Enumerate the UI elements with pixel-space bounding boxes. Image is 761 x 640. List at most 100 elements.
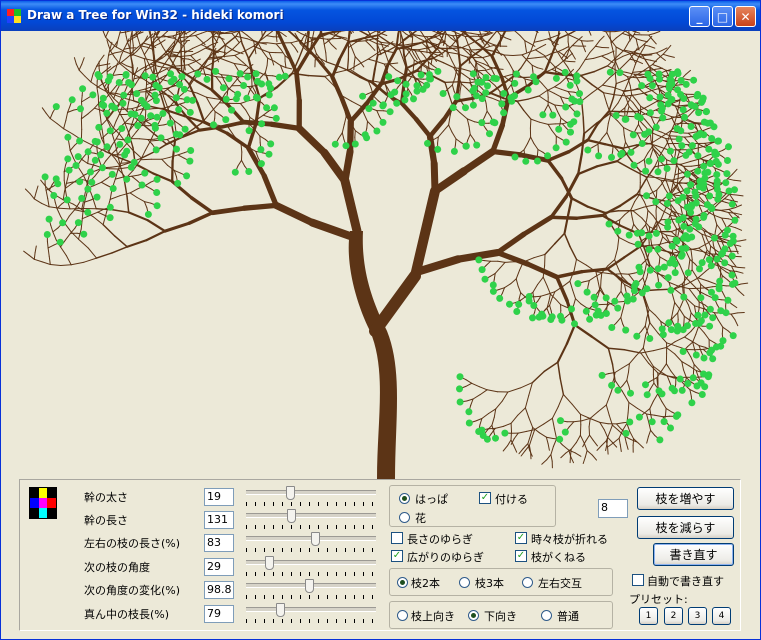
- branch: [459, 83, 462, 92]
- branch: [99, 132, 103, 140]
- branch: [533, 40, 542, 43]
- branch: [734, 285, 740, 292]
- branch: [474, 62, 477, 69]
- branch: [601, 132, 608, 139]
- branch: [110, 45, 115, 52]
- branch: [73, 57, 77, 65]
- branch: [626, 379, 630, 388]
- close-button[interactable]: ✕: [735, 6, 756, 27]
- branch: [60, 264, 72, 266]
- branch: [576, 258, 587, 266]
- branch: [685, 69, 691, 75]
- branch: [597, 404, 607, 413]
- branch: [537, 276, 544, 285]
- branch: [205, 96, 216, 100]
- branch: [262, 110, 270, 116]
- branch: [120, 58, 127, 64]
- branch: [549, 61, 556, 68]
- maximize-button[interactable]: □: [712, 6, 733, 27]
- branch: [33, 198, 42, 204]
- branch: [140, 158, 152, 161]
- minimize-button[interactable]: _: [689, 6, 710, 27]
- branch: [673, 122, 684, 125]
- branch: [555, 269, 584, 279]
- branch: [188, 58, 195, 62]
- branch: [619, 107, 626, 112]
- branch: [687, 341, 694, 347]
- branch: [485, 260, 491, 266]
- branch: [177, 154, 185, 159]
- branch: [312, 31, 315, 35]
- branch: [138, 138, 149, 140]
- branch: [33, 252, 36, 260]
- branch: [432, 57, 445, 64]
- branch: [504, 283, 512, 289]
- branch: [290, 42, 296, 48]
- branch: [34, 245, 37, 254]
- branch: [459, 112, 468, 120]
- branch: [318, 37, 328, 40]
- branch: [388, 63, 397, 71]
- branch: [187, 210, 215, 225]
- branch: [78, 238, 89, 249]
- branch: [82, 174, 88, 185]
- branch: [190, 51, 199, 56]
- branch: [161, 156, 171, 160]
- branch: [655, 67, 663, 70]
- branch: [698, 325, 705, 334]
- branch: [351, 48, 356, 58]
- branch: [538, 121, 549, 125]
- branch: [659, 256, 666, 261]
- branch: [102, 211, 108, 226]
- branch: [163, 221, 191, 233]
- branch: [683, 369, 687, 379]
- branch: [539, 52, 546, 57]
- branch: [562, 394, 573, 405]
- branch: [577, 165, 599, 176]
- branch: [638, 442, 644, 449]
- branch: [717, 319, 724, 328]
- branch: [462, 73, 471, 80]
- branch: [90, 81, 101, 89]
- branch: [690, 248, 693, 260]
- branch: [617, 91, 625, 104]
- branch: [571, 53, 576, 60]
- branch: [276, 31, 280, 34]
- branch: [575, 298, 582, 305]
- branch: [624, 349, 642, 354]
- branch: [523, 109, 532, 120]
- branch: [568, 105, 574, 111]
- branch: [728, 207, 736, 210]
- branch: [721, 326, 724, 335]
- branch: [268, 51, 273, 60]
- branch: [84, 75, 92, 83]
- branch: [629, 430, 635, 440]
- branch: [145, 229, 167, 242]
- branch: [542, 276, 548, 287]
- branch: [416, 255, 463, 275]
- branch: [111, 246, 128, 254]
- branch: [330, 44, 337, 50]
- branch: [690, 158, 702, 162]
- branch: [655, 145, 670, 151]
- branch: [628, 363, 630, 373]
- branch: [665, 407, 673, 413]
- branch: [632, 71, 642, 73]
- branch: [549, 297, 553, 306]
- trunk: [348, 231, 397, 479]
- branch: [457, 64, 462, 86]
- branch: [615, 46, 624, 51]
- branch: [524, 78, 527, 86]
- branch: [503, 54, 514, 56]
- branch: [129, 192, 138, 198]
- branch: [660, 56, 666, 61]
- branch: [554, 86, 562, 90]
- branch: [144, 181, 152, 187]
- branch: [589, 434, 594, 442]
- branch: [553, 92, 561, 98]
- branch: [131, 174, 139, 177]
- title-bar[interactable]: Draw a Tree for Win32 - hideki komori _ …: [1, 1, 760, 31]
- branch: [161, 56, 171, 68]
- branch: [570, 197, 589, 208]
- branch: [504, 261, 515, 263]
